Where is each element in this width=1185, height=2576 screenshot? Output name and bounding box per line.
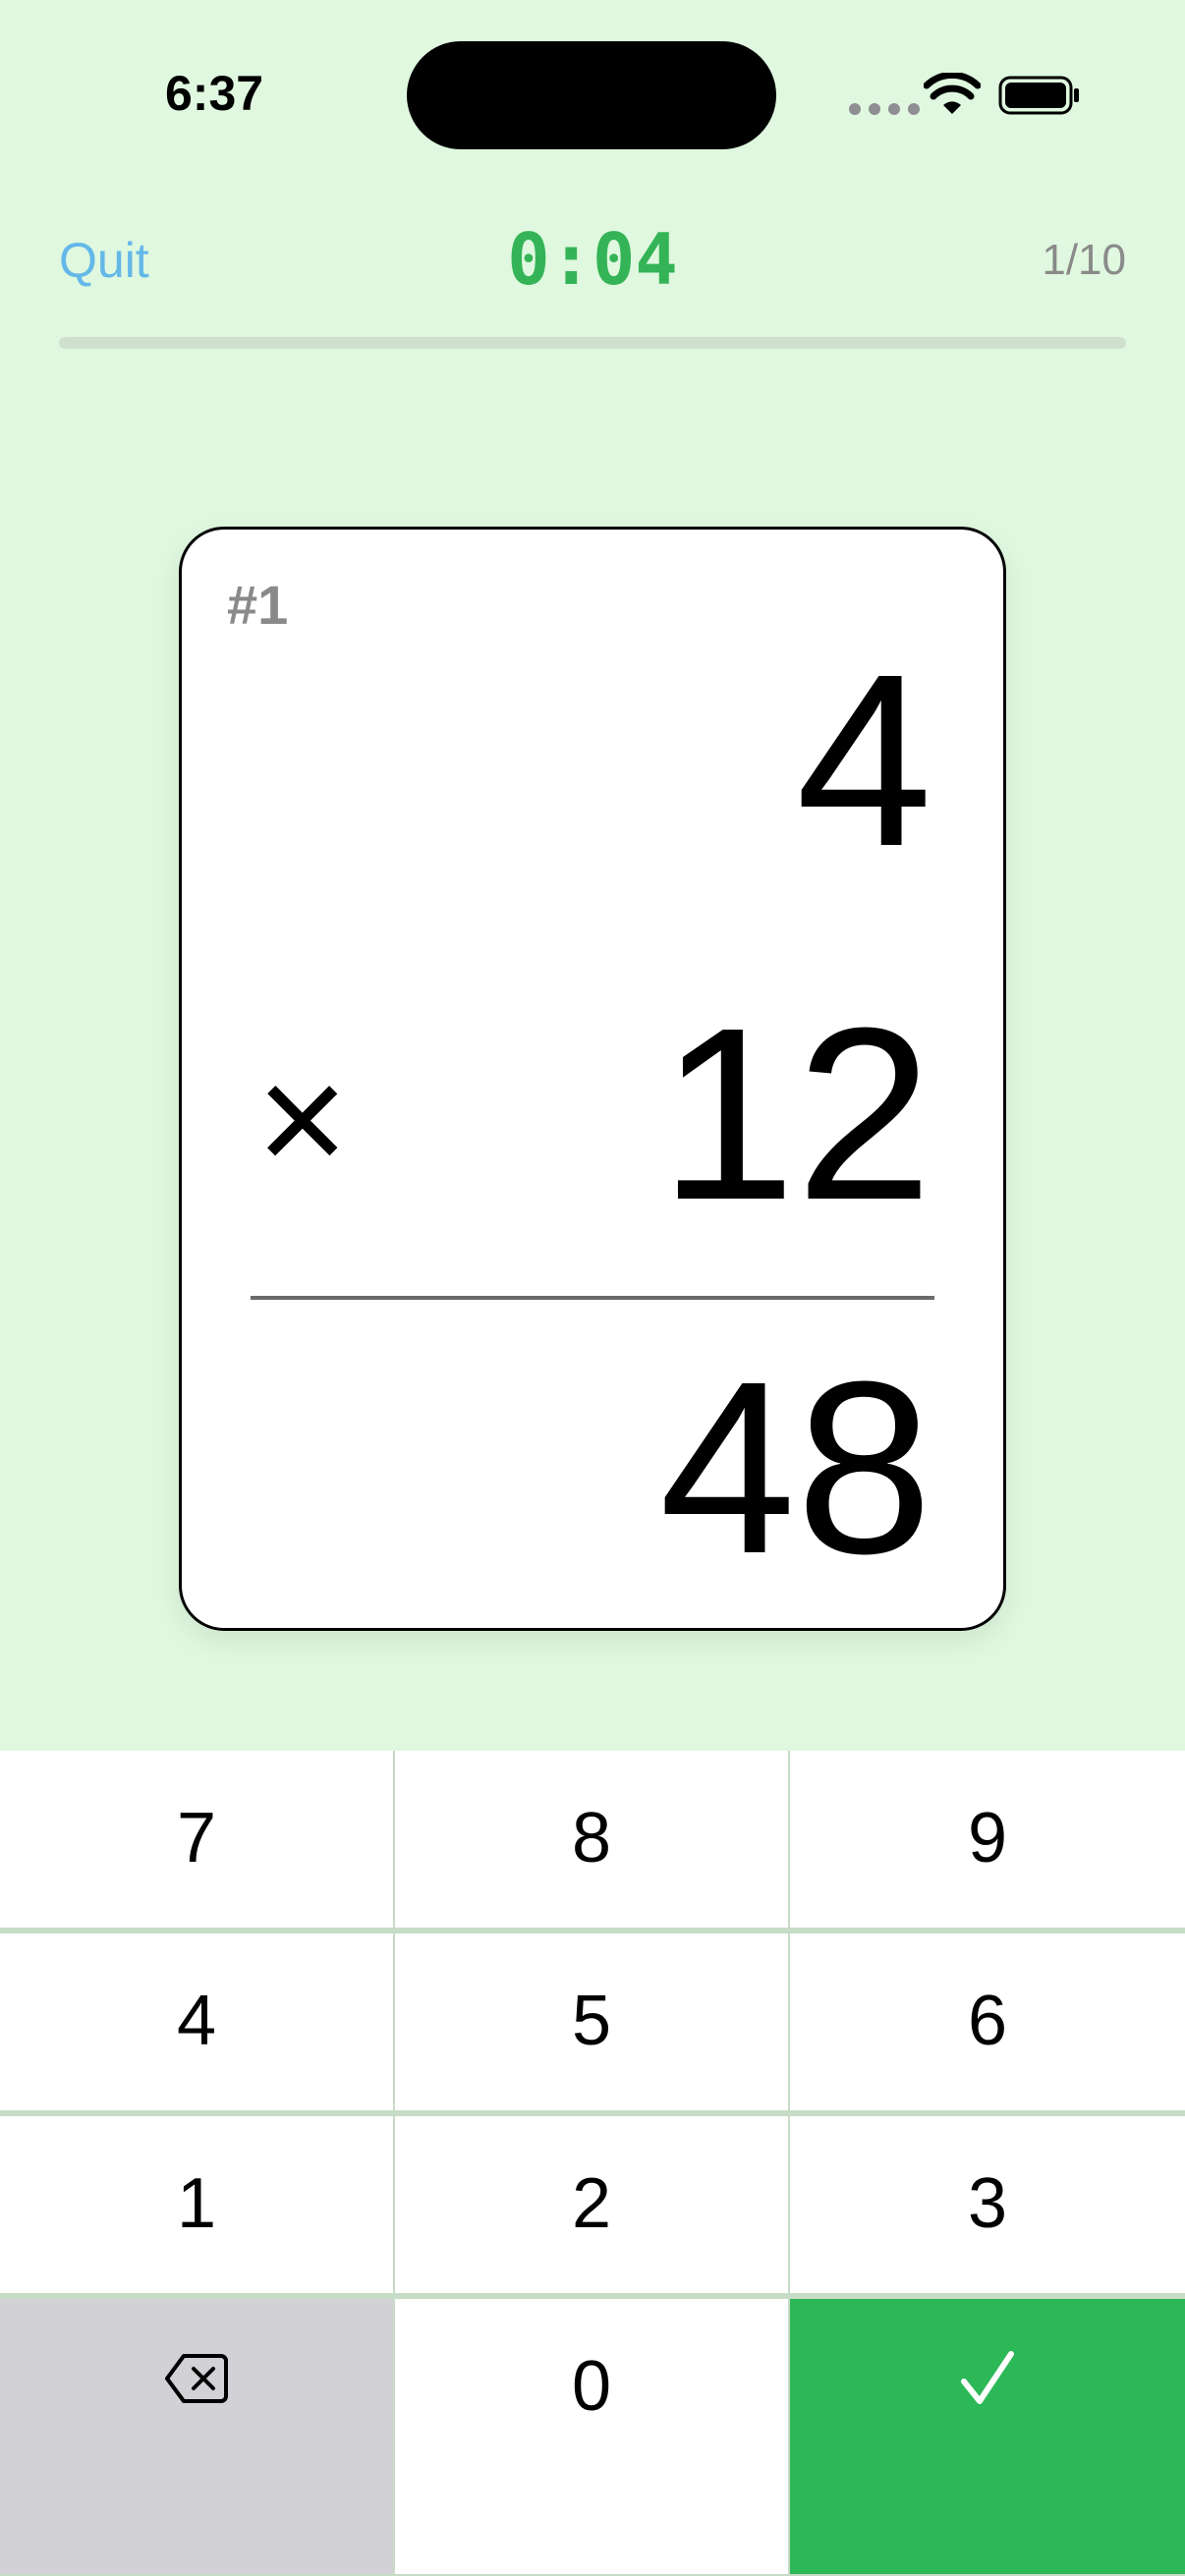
problem-card: #1 4 × 12 48 xyxy=(179,527,1006,1631)
key-1[interactable]: 1 xyxy=(0,2116,393,2293)
operator-multiply: × xyxy=(256,1031,349,1206)
key-6[interactable]: 6 xyxy=(790,1933,1185,2110)
dynamic-island xyxy=(407,41,776,149)
equals-line xyxy=(251,1296,934,1300)
key-8[interactable]: 8 xyxy=(395,1751,788,1928)
key-4[interactable]: 4 xyxy=(0,1933,393,2110)
delete-button[interactable] xyxy=(0,2299,393,2574)
key-0[interactable]: 0 xyxy=(395,2299,788,2574)
key-5[interactable]: 5 xyxy=(395,1933,788,2110)
wifi-icon xyxy=(924,73,981,114)
status-time: 6:37 xyxy=(165,66,264,121)
submit-button[interactable] xyxy=(790,2299,1185,2574)
operand-bottom: 12 xyxy=(658,977,932,1251)
battery-icon xyxy=(998,76,1079,115)
checkmark-icon xyxy=(961,2351,1014,2404)
operand-top: 4 xyxy=(795,623,932,897)
answer-field: 48 xyxy=(658,1330,932,1604)
elapsed-timer: 0:04 xyxy=(507,218,678,301)
progress-bar xyxy=(59,337,1126,349)
question-progress-count: 1/10 xyxy=(1042,236,1126,284)
backspace-icon xyxy=(165,2354,228,2403)
key-7[interactable]: 7 xyxy=(0,1751,393,1928)
key-2[interactable]: 2 xyxy=(395,2116,788,2293)
key-3[interactable]: 3 xyxy=(790,2116,1185,2293)
cellular-signal-icon xyxy=(849,103,920,115)
number-keypad: 7 8 9 4 5 6 1 2 3 0 xyxy=(0,1751,1185,2576)
key-9[interactable]: 9 xyxy=(790,1751,1185,1928)
problem-number: #1 xyxy=(227,574,289,636)
